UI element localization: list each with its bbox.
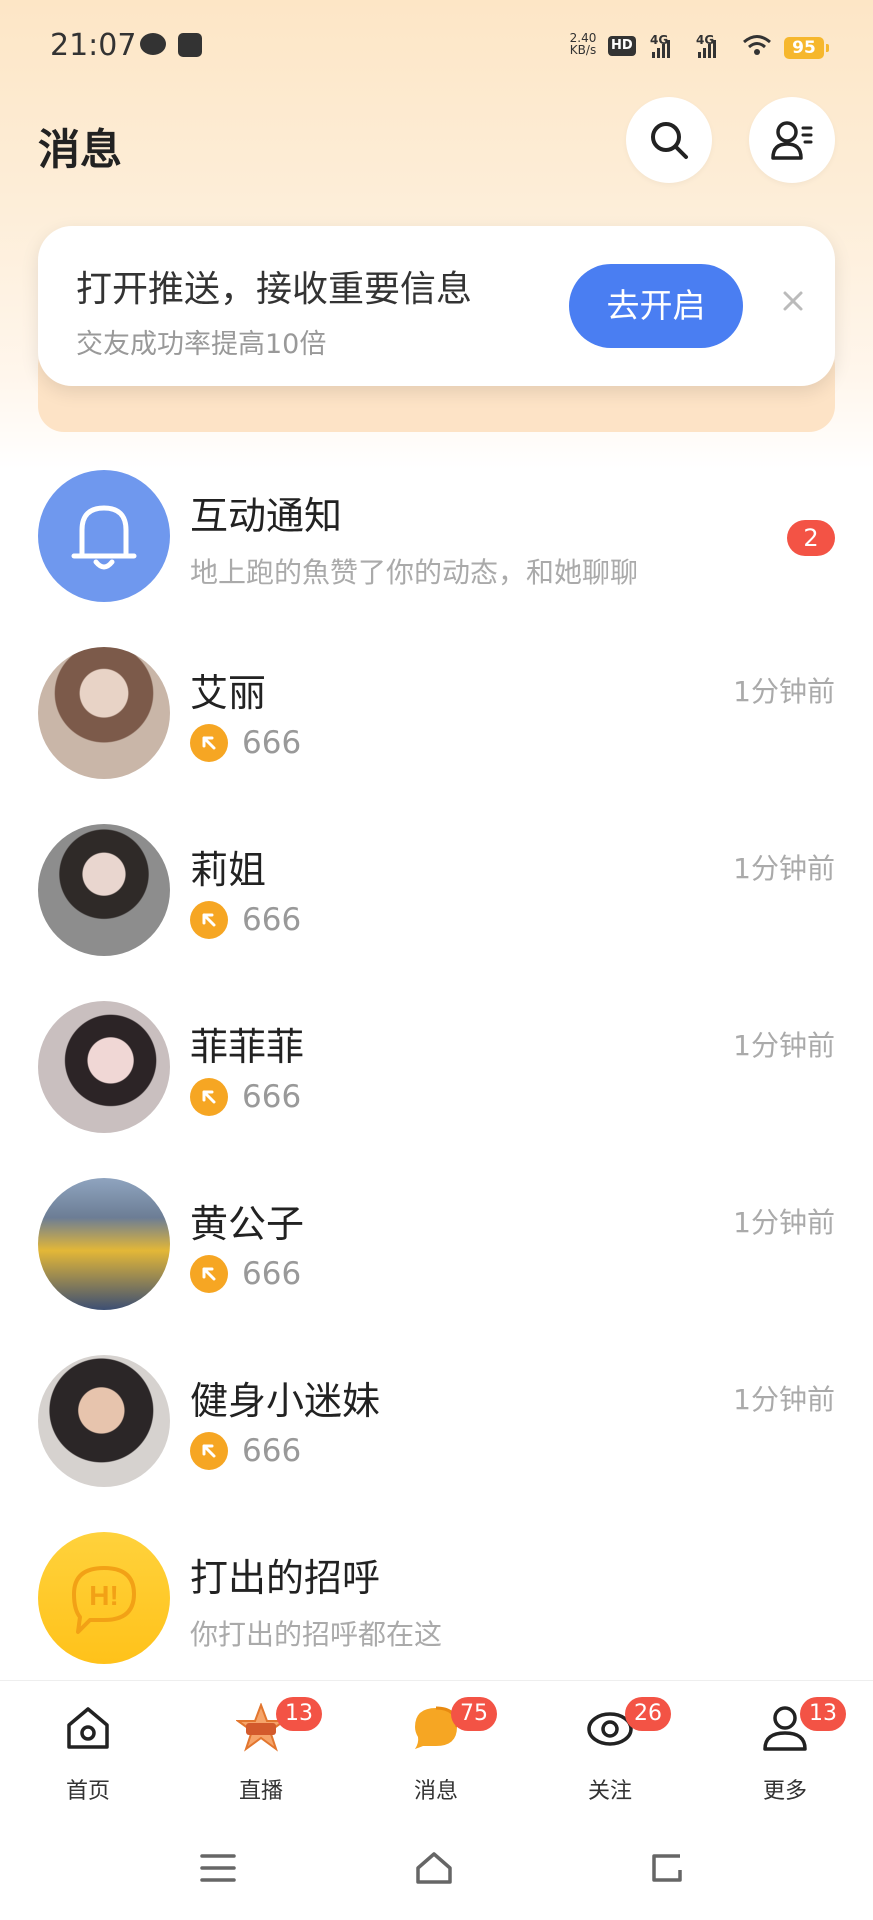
item-name: 菲菲菲 (190, 1025, 305, 1069)
svg-text:H!: H! (89, 1580, 119, 1611)
battery-icon: 95 (784, 37, 829, 59)
push-permission-card: 打开推送，接收重要信息 交友成功率提高10倍 去开启 (38, 226, 835, 386)
bell-avatar (38, 470, 170, 602)
nav-label: 直播 (238, 1779, 283, 1804)
gift-arrow-icon (190, 724, 228, 762)
item-name: 艾丽 (190, 671, 267, 715)
gift-arrow-icon (190, 1078, 228, 1116)
enable-push-button[interactable]: 去开启 (569, 264, 743, 348)
item-time: 1分钟前 (733, 1206, 835, 1239)
push-card-subtitle: 交友成功率提高10倍 (76, 329, 327, 360)
avatar[interactable] (38, 1001, 170, 1133)
wechat-icon (140, 33, 166, 55)
gift-arrow-icon (190, 1255, 228, 1293)
contacts-button[interactable] (749, 97, 835, 183)
gift-count: 666 (242, 1433, 302, 1469)
nav-follow[interactable]: 26 关注 (555, 1681, 671, 1811)
home-button-icon[interactable] (414, 1848, 454, 1888)
item-time: 1分钟前 (733, 1383, 835, 1416)
item-time: 1分钟前 (733, 675, 835, 708)
menu-icon[interactable] (198, 1848, 238, 1888)
unread-badge: 2 (787, 520, 835, 556)
nav-label: 关注 (587, 1779, 632, 1804)
item-name: 互动通知 (190, 494, 343, 538)
gift-count: 666 (242, 1079, 302, 1115)
list-item-chat[interactable]: 黄公子 1分钟前 666 (0, 1173, 873, 1350)
list-item-chat[interactable]: 艾丽 1分钟前 666 (0, 642, 873, 819)
signal-icon (652, 38, 670, 58)
system-navigation-bar (0, 1810, 873, 1920)
avatar[interactable] (38, 647, 170, 779)
search-button[interactable] (626, 97, 712, 183)
gift-row: 666 (190, 1430, 301, 1472)
nav-badge: 13 (800, 1697, 846, 1731)
status-time: 21:07 (50, 28, 137, 63)
nav-home[interactable]: 首页 (33, 1681, 143, 1811)
nav-badge: 26 (625, 1697, 671, 1731)
item-time: 1分钟前 (733, 852, 835, 885)
gift-arrow-icon (190, 1432, 228, 1470)
gift-count: 666 (242, 725, 302, 761)
item-name: 莉姐 (190, 848, 267, 892)
gift-count: 666 (242, 902, 302, 938)
nav-label: 消息 (413, 1779, 458, 1804)
gift-row: 666 (190, 1076, 301, 1118)
item-preview: 地上跑的魚赞了你的动态，和她聊聊 (190, 556, 639, 589)
nav-label: 更多 (762, 1779, 807, 1804)
app-notification-icon (178, 33, 202, 57)
message-list: 互动通知 地上跑的魚赞了你的动态，和她聊聊 2 艾丽 1分钟前 666 莉姐 1… (0, 465, 873, 1704)
list-item-chat[interactable]: 菲菲菲 1分钟前 666 (0, 996, 873, 1173)
nav-badge: 13 (276, 1697, 322, 1731)
item-preview: 你打出的招呼都在这 (190, 1618, 443, 1651)
nav-badge: 75 (451, 1697, 497, 1731)
search-icon (651, 122, 688, 159)
greeting-avatar: H! (38, 1532, 170, 1664)
speech-bubble-icon: H! (72, 1566, 136, 1634)
avatar[interactable] (38, 824, 170, 956)
home-icon (67, 1707, 109, 1749)
bottom-navigation: 首页 13 直播 75 消息 26 关注 13 更多 (0, 1680, 873, 1811)
nav-messages[interactable]: 75 消息 (381, 1681, 497, 1811)
avatar[interactable] (38, 1178, 170, 1310)
gift-row: 666 (190, 899, 301, 941)
user-list-icon (771, 121, 813, 160)
nav-live[interactable]: 13 直播 (206, 1681, 322, 1811)
back-icon[interactable] (646, 1848, 686, 1888)
list-item-greetings[interactable]: H! 打出的招呼 你打出的招呼都在这 (0, 1527, 873, 1704)
gift-row: 666 (190, 1253, 301, 1295)
nav-label: 首页 (65, 1779, 110, 1804)
gift-row: 666 (190, 722, 301, 764)
nav-more[interactable]: 13 更多 (730, 1681, 846, 1811)
gift-arrow-icon (190, 901, 228, 939)
signal-icon (698, 38, 716, 58)
item-name: 健身小迷妹 (190, 1379, 381, 1423)
status-bar: 21:07 2.40 KB/s HD 4G 4G 95 (0, 0, 873, 95)
hd-icon: HD (608, 36, 636, 56)
close-icon[interactable] (778, 286, 808, 316)
list-item-interaction-notice[interactable]: 互动通知 地上跑的魚赞了你的动态，和她聊聊 2 (0, 465, 873, 642)
bell-icon (71, 505, 137, 570)
item-time: 1分钟前 (733, 1029, 835, 1062)
list-item-chat[interactable]: 莉姐 1分钟前 666 (0, 819, 873, 996)
item-name: 黄公子 (190, 1202, 305, 1246)
wifi-icon (743, 35, 771, 55)
page-title: 消息 (38, 125, 123, 174)
item-name: 打出的招呼 (190, 1556, 381, 1600)
list-item-chat[interactable]: 健身小迷妹 1分钟前 666 (0, 1350, 873, 1527)
avatar[interactable] (38, 1355, 170, 1487)
net-speed: 2.40 KB/s (569, 31, 597, 57)
push-card-title: 打开推送，接收重要信息 (76, 269, 473, 310)
gift-count: 666 (242, 1256, 302, 1292)
